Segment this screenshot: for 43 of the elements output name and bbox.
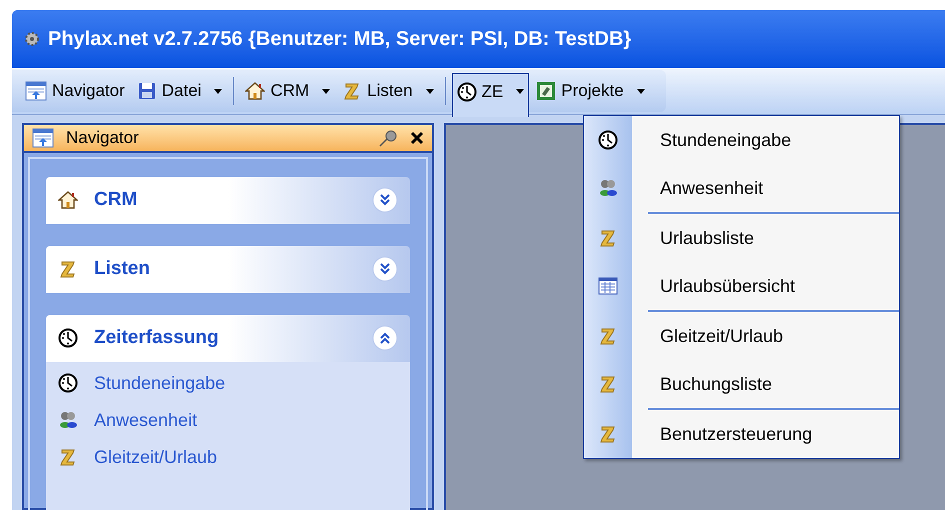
expand-icon[interactable] [372, 256, 398, 282]
toolbar-button[interactable]: Navigator [20, 73, 130, 109]
caret-icon [426, 88, 434, 94]
menu-item[interactable]: Urlaubsübersicht [584, 262, 899, 310]
menu-item[interactable]: Stundeneingabe [584, 116, 899, 164]
nav-link[interactable]: Stundeneingabe [94, 370, 226, 396]
clock-icon [58, 373, 78, 393]
house-icon [245, 81, 266, 101]
window-title: Phylax.net v2.7.2756 {Benutzer: MB, Server: PSI, DB: TestDB} [48, 27, 632, 52]
section-header[interactable]: CRM [46, 176, 410, 224]
expand-icon[interactable] [372, 187, 398, 213]
collapse-icon[interactable] [372, 325, 398, 351]
panel-title: Navigator [66, 127, 140, 149]
clock-icon [456, 82, 477, 102]
house-icon [58, 190, 78, 210]
people-icon [58, 410, 78, 430]
toolbar-button[interactable]: Projekte [531, 73, 650, 109]
section-header[interactable]: Zeiterfassung [46, 314, 410, 362]
clock-icon [58, 328, 78, 348]
caret-icon [322, 88, 330, 94]
caret-icon [214, 88, 222, 94]
calendar-icon [598, 276, 618, 296]
toolbar-button[interactable]: Listen [337, 73, 439, 109]
window-icon [25, 81, 47, 101]
people-icon [598, 178, 618, 198]
window-icon [32, 128, 54, 148]
menu-item[interactable]: Anwesenheit [584, 164, 899, 212]
clock-icon [598, 130, 618, 150]
caret-icon [636, 88, 645, 94]
toolbar-button[interactable]: Datei [132, 73, 228, 109]
gear-icon [24, 31, 40, 47]
menu-item[interactable]: Benutzersteuerung [584, 410, 899, 458]
close-icon[interactable] [410, 130, 424, 145]
document-icon [536, 81, 556, 101]
caret-icon [516, 89, 524, 94]
section-header[interactable]: Listen [46, 246, 410, 292]
menu-item[interactable]: Gleitzeit/Urlaub [584, 312, 899, 360]
nav-link[interactable]: Gleitzeit/Urlaub [94, 444, 218, 470]
toolbar-button[interactable]: CRM [240, 73, 336, 109]
menu-item[interactable]: Buchungsliste [584, 360, 899, 408]
toolbar-button[interactable]: ZE [452, 73, 530, 117]
nav-link[interactable]: Anwesenheit [94, 406, 198, 434]
menu-item[interactable]: Urlaubsliste [584, 214, 899, 262]
